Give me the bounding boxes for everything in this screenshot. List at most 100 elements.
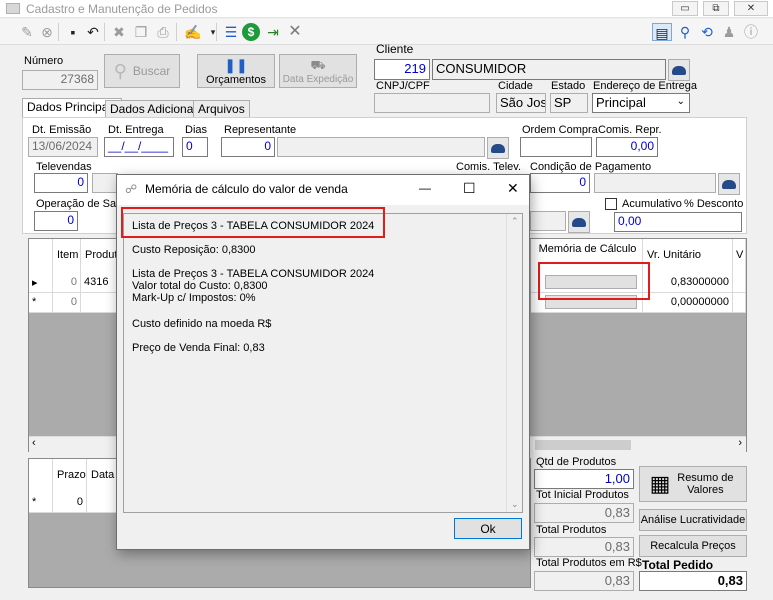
dias-field[interactable]: 0	[182, 137, 208, 157]
endereco-value: Principal	[596, 95, 646, 110]
edit-icon[interactable]: ✍	[184, 23, 202, 41]
dialog-title-bar: ☍ Memória de cálculo do valor de venda —…	[117, 175, 529, 205]
desconto-field[interactable]: 0,00	[614, 212, 742, 232]
vertical-scrollbar[interactable]: ⌃ ⌄	[506, 214, 522, 512]
row-vr-unitario[interactable]: 0,00000000	[643, 293, 733, 313]
chevron-right-icon[interactable]: ›	[738, 437, 742, 449]
cnpj-field[interactable]	[374, 93, 490, 113]
row-item[interactable]: 0	[53, 293, 81, 313]
toolbar-separator	[58, 23, 59, 41]
row-prazo[interactable]: 0	[53, 493, 87, 513]
operacao-label: Operação de Saí	[36, 198, 120, 210]
representante-name-field[interactable]	[277, 137, 485, 157]
info-icon[interactable]: ⓘ	[742, 23, 760, 41]
tot-inicial-label: Tot Inicial Produtos	[536, 489, 629, 501]
cidade-field[interactable]: São Jos	[496, 93, 546, 113]
televendas-name-field[interactable]	[92, 173, 118, 193]
numero-field[interactable]: 27368	[22, 70, 98, 90]
operacao-name-field[interactable]	[530, 211, 566, 231]
row-produto[interactable]	[81, 293, 121, 313]
representante-code-field[interactable]: 0	[221, 137, 275, 157]
key-icon[interactable]: ⚲	[676, 23, 694, 41]
save-icon[interactable]: ▪	[64, 23, 82, 41]
row-extra[interactable]	[733, 273, 746, 293]
cliente-search-button[interactable]	[668, 59, 690, 81]
chevron-up-icon[interactable]: ⌃	[511, 216, 519, 227]
minimize-button[interactable]: ▭	[672, 1, 698, 16]
acumulativo-checkbox[interactable]	[605, 198, 617, 210]
ordem-compra-field[interactable]	[520, 137, 592, 157]
dt-entrega-field[interactable]: __/__/____	[104, 137, 174, 157]
buscar-button[interactable]: ⚲ Buscar	[104, 54, 180, 88]
tab-arquivos[interactable]: Arquivos	[193, 100, 250, 117]
text-line: Mark-Up c/ Impostos: 0%	[132, 292, 256, 304]
chevron-down-icon[interactable]: ⌄	[511, 499, 519, 510]
endereco-select[interactable]: Principal ⌄	[592, 93, 690, 113]
ordem-compra-label: Ordem Compra	[522, 124, 598, 136]
dt-emissao-field[interactable]: 13/06/2024	[28, 137, 98, 157]
window-icon[interactable]: ▤	[652, 23, 672, 41]
dt-entrega-label: Dt. Entrega	[108, 124, 164, 136]
ok-button[interactable]: Ok	[454, 518, 522, 539]
analise-lucratividade-button[interactable]: Análise Lucratividade	[639, 509, 747, 531]
list-icon[interactable]: ☰	[222, 23, 240, 41]
chevron-down-icon[interactable]: ▾	[204, 23, 222, 41]
refresh-icon[interactable]: ⟲	[698, 23, 716, 41]
cancel-icon[interactable]: ⊗	[38, 23, 56, 41]
cliente-name-field[interactable]: CONSUMIDOR	[432, 59, 666, 80]
dt-emissao-label: Dt. Emissão	[32, 124, 92, 136]
row-data[interactable]	[87, 493, 117, 513]
money-icon[interactable]: $	[242, 23, 260, 41]
cliente-label: Cliente	[376, 42, 414, 56]
tot-inicial-field: 0,83	[534, 503, 634, 523]
televendas-field[interactable]: 0	[34, 173, 88, 193]
cidade-label: Cidade	[498, 80, 533, 92]
text-line: Custo Reposição: 0,8300	[132, 244, 256, 256]
tab-dados-adicionais[interactable]: Dados Adicionais	[105, 100, 208, 117]
cliente-code-field[interactable]: 219	[374, 59, 430, 80]
data-expedicao-button[interactable]: ⛟ Data Expedição	[279, 54, 357, 88]
condicao-search-button[interactable]	[718, 173, 740, 195]
highlight-box-lista-precos	[121, 207, 385, 238]
copy-icon[interactable]: ❐	[132, 23, 150, 41]
condicao-pagamento-name-field[interactable]	[594, 173, 716, 193]
estado-field[interactable]: SP	[550, 93, 588, 113]
row-item[interactable]: 0	[53, 273, 81, 293]
user-icon[interactable]: ♟	[720, 23, 738, 41]
total-rs-label: Total Produtos em R$	[536, 557, 642, 569]
dialog-maximize-button[interactable]: ☐	[463, 180, 476, 197]
row-produto[interactable]: 4316	[81, 273, 121, 293]
scroll-thumb[interactable]	[535, 440, 631, 450]
memoria-text-area[interactable]: Lista de Preços 3 - TABELA CONSUMIDOR 20…	[123, 213, 523, 513]
row-vr-unitario[interactable]: 0,83000000	[643, 273, 733, 293]
print-icon[interactable]: ⎙	[154, 23, 172, 41]
dialog-title: Memória de cálculo do valor de venda	[145, 182, 348, 196]
resumo-valores-button[interactable]: ▦ Resumo de Valores	[639, 466, 747, 502]
orcamentos-button[interactable]: ❚❚ Orçamentos	[197, 54, 275, 88]
push-icon[interactable]: ⇥	[264, 23, 282, 41]
close-button[interactable]: ✕	[734, 1, 768, 16]
recalcula-precos-button[interactable]: Recalcula Preços	[639, 535, 747, 557]
comis-repr-field[interactable]: 0,00	[596, 137, 658, 157]
new-icon[interactable]: ✎	[18, 23, 36, 41]
resumo-valores-label: Resumo de Valores	[677, 472, 734, 496]
operacao-search-button[interactable]	[568, 211, 590, 233]
close-x-icon[interactable]: ✕	[286, 23, 304, 41]
chevron-left-icon[interactable]: ‹	[32, 437, 36, 449]
condicao-pagamento-code-field[interactable]: 0	[530, 173, 590, 193]
qtd-produtos-label: Qtd de Produtos	[536, 456, 617, 468]
restore-button[interactable]: ⧉	[703, 1, 729, 16]
dialog-minimize-button[interactable]: —	[419, 181, 431, 195]
row-extra[interactable]	[733, 293, 746, 313]
televendas-label: Televendas	[36, 161, 92, 173]
dialog-close-button[interactable]: ✕	[507, 180, 519, 197]
undo-icon[interactable]: ↶	[84, 23, 102, 41]
row-marker: *	[29, 293, 53, 313]
column-header-prazo[interactable]: Prazo	[53, 459, 87, 493]
representante-search-button[interactable]	[487, 137, 509, 159]
column-header-data[interactable]: Data	[87, 459, 117, 493]
app-icon: ☍	[125, 182, 138, 196]
representante-label: Representante	[224, 124, 297, 136]
operacao-field[interactable]: 0	[34, 211, 78, 231]
delete-icon[interactable]: ✖	[110, 23, 128, 41]
